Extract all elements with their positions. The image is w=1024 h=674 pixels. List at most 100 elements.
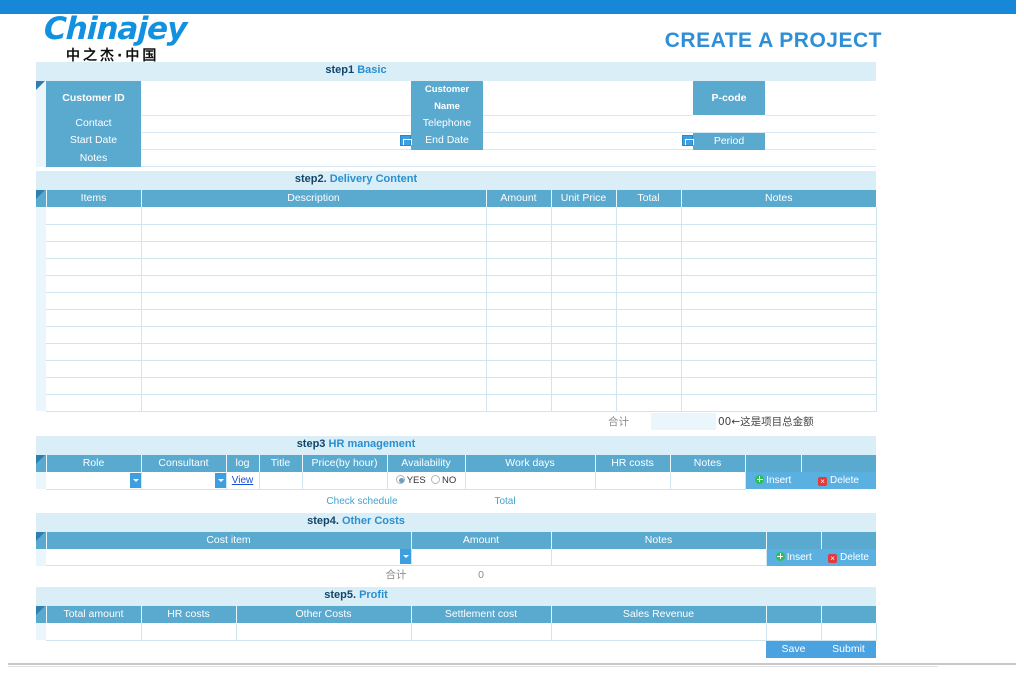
amount-cell[interactable] <box>486 360 552 378</box>
delete-row-button[interactable]: × Delete <box>821 548 876 566</box>
description-cell[interactable] <box>141 360 487 378</box>
items-cell[interactable] <box>46 207 142 225</box>
items-cell[interactable] <box>46 377 142 395</box>
unit-price-cell[interactable] <box>551 258 617 276</box>
total-cell[interactable] <box>616 292 682 310</box>
notes-cell[interactable] <box>681 275 877 293</box>
items-cell[interactable] <box>46 275 142 293</box>
description-cell[interactable] <box>141 275 487 293</box>
description-cell[interactable] <box>141 309 487 327</box>
insert-row-button[interactable]: Insert <box>766 548 821 566</box>
chevron-down-icon[interactable] <box>399 549 411 565</box>
items-cell[interactable] <box>46 309 142 327</box>
items-cell[interactable] <box>46 258 142 276</box>
delete-row-button[interactable]: × Delete <box>801 471 876 489</box>
amount-cell[interactable] <box>486 275 552 293</box>
items-cell[interactable] <box>46 292 142 310</box>
total-cell[interactable] <box>616 377 682 395</box>
total-cell[interactable] <box>616 241 682 259</box>
notes-cell[interactable] <box>681 360 877 378</box>
other-cost-amount-input[interactable] <box>411 548 552 566</box>
insert-row-button[interactable]: Insert <box>745 471 801 489</box>
total-cell[interactable] <box>616 360 682 378</box>
unit-price-cell[interactable] <box>551 224 617 242</box>
amount-cell[interactable] <box>486 224 552 242</box>
consultant-select[interactable] <box>141 471 227 490</box>
hr-notes-input[interactable] <box>670 471 746 490</box>
items-cell[interactable] <box>46 343 142 361</box>
notes-cell[interactable] <box>681 207 877 225</box>
other-cost-notes-input[interactable] <box>551 548 767 566</box>
customer-name-input[interactable] <box>483 81 693 116</box>
total-cell[interactable] <box>616 258 682 276</box>
unit-price-cell[interactable] <box>551 326 617 344</box>
notes-cell[interactable] <box>681 394 877 412</box>
description-cell[interactable] <box>141 326 487 344</box>
contact-input[interactable] <box>141 115 411 133</box>
start-date-input[interactable] <box>141 132 412 150</box>
notes-cell[interactable] <box>681 326 877 344</box>
price-by-hour-input[interactable] <box>302 471 388 490</box>
chevron-down-icon[interactable] <box>129 472 141 488</box>
save-button[interactable]: Save <box>766 641 821 658</box>
notes-cell[interactable] <box>681 377 877 395</box>
notes-cell[interactable] <box>681 241 877 259</box>
description-cell[interactable] <box>141 292 487 310</box>
role-select[interactable] <box>46 471 142 490</box>
description-cell[interactable] <box>141 224 487 242</box>
amount-cell[interactable] <box>486 292 552 310</box>
submit-button[interactable]: Submit <box>821 641 876 658</box>
items-cell[interactable] <box>46 326 142 344</box>
description-cell[interactable] <box>141 343 487 361</box>
amount-cell[interactable] <box>486 258 552 276</box>
unit-price-cell[interactable] <box>551 377 617 395</box>
calendar-icon[interactable] <box>400 135 412 147</box>
unit-price-cell[interactable] <box>551 309 617 327</box>
telephone-input[interactable] <box>483 115 876 133</box>
radio-yes-icon[interactable] <box>395 474 405 484</box>
unit-price-cell[interactable] <box>551 292 617 310</box>
hr-costs-input[interactable] <box>595 471 671 490</box>
amount-cell[interactable] <box>486 241 552 259</box>
description-cell[interactable] <box>141 377 487 395</box>
unit-price-cell[interactable] <box>551 394 617 412</box>
amount-cell[interactable] <box>486 207 552 225</box>
pcode-input[interactable] <box>765 81 876 116</box>
amount-cell[interactable] <box>486 343 552 361</box>
total-cell[interactable] <box>616 326 682 344</box>
notes-cell[interactable] <box>681 292 877 310</box>
unit-price-cell[interactable] <box>551 360 617 378</box>
unit-price-cell[interactable] <box>551 241 617 259</box>
check-schedule-link[interactable]: Check schedule <box>326 496 397 507</box>
total-cell[interactable] <box>616 275 682 293</box>
description-cell[interactable] <box>141 258 487 276</box>
items-cell[interactable] <box>46 241 142 259</box>
amount-cell[interactable] <box>486 309 552 327</box>
description-cell[interactable] <box>141 394 487 412</box>
view-log-link[interactable]: View <box>226 471 259 489</box>
total-cell[interactable] <box>616 224 682 242</box>
radio-no-icon[interactable] <box>431 474 441 484</box>
title-input[interactable] <box>259 471 303 490</box>
chevron-down-icon[interactable] <box>214 472 226 488</box>
customer-id-input[interactable] <box>141 81 411 116</box>
unit-price-cell[interactable] <box>551 207 617 225</box>
unit-price-cell[interactable] <box>551 343 617 361</box>
total-cell[interactable] <box>616 309 682 327</box>
amount-cell[interactable] <box>486 377 552 395</box>
calendar-icon[interactable] <box>682 135 694 147</box>
items-cell[interactable] <box>46 360 142 378</box>
amount-cell[interactable] <box>486 326 552 344</box>
notes-cell[interactable] <box>681 343 877 361</box>
description-cell[interactable] <box>141 207 487 225</box>
cost-item-select[interactable] <box>46 548 412 566</box>
items-cell[interactable] <box>46 224 142 242</box>
notes-cell[interactable] <box>681 309 877 327</box>
description-cell[interactable] <box>141 241 487 259</box>
items-cell[interactable] <box>46 394 142 412</box>
notes-cell[interactable] <box>681 224 877 242</box>
total-cell[interactable] <box>616 207 682 225</box>
end-date-input[interactable] <box>483 132 694 150</box>
amount-cell[interactable] <box>486 394 552 412</box>
period-input[interactable] <box>765 132 876 150</box>
